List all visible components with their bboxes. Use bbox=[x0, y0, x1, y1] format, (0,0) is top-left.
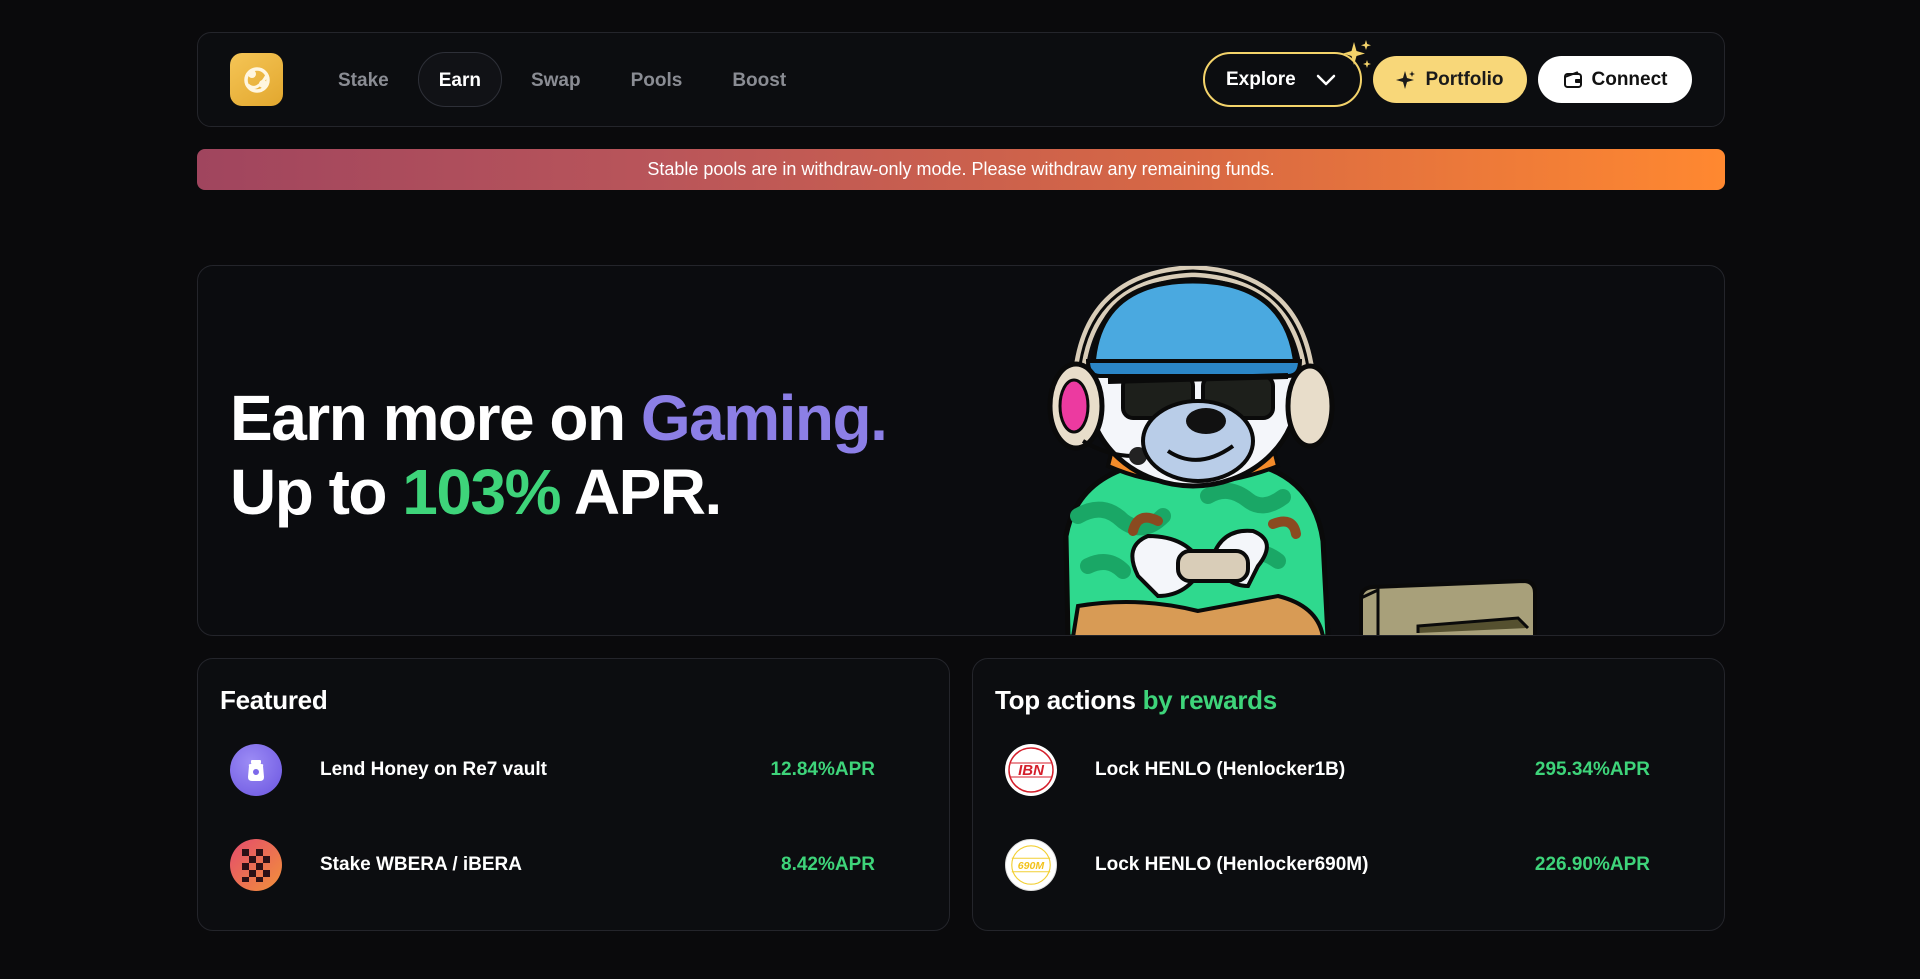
sparkle-icon bbox=[1343, 40, 1371, 68]
nav-link-pools[interactable]: Pools bbox=[610, 52, 704, 107]
featured-card: Featured Lend Honey on Re7 vault 12.84%A… bbox=[197, 658, 950, 931]
chevron-down-icon bbox=[1316, 74, 1335, 85]
ibn-logo-icon: IBN bbox=[1005, 743, 1057, 796]
hero-line2-suffix: APR. bbox=[559, 456, 722, 528]
top-nav: Stake Earn Swap Pools Boost Explore Port… bbox=[197, 32, 1725, 127]
sparkle-icon bbox=[1396, 70, 1416, 89]
top-action-item-apr: 295.34%APR bbox=[1534, 758, 1650, 780]
banner-text: Stable pools are in withdraw-only mode. … bbox=[647, 159, 1275, 179]
690m-logo-text: 690M bbox=[1018, 859, 1045, 871]
featured-item[interactable]: Stake WBERA / iBERA 8.42%APR bbox=[220, 817, 927, 912]
ibn-logo-text: IBN bbox=[1018, 762, 1045, 779]
featured-item[interactable]: Lend Honey on Re7 vault 12.84%APR bbox=[220, 722, 927, 817]
explore-label: Explore bbox=[1226, 68, 1296, 90]
connect-wallet-button[interactable]: Connect bbox=[1538, 56, 1692, 103]
ibn-logo-glyph: IBN bbox=[1008, 746, 1054, 793]
top-action-item-label: Lock HENLO (Henlocker690M) bbox=[1095, 853, 1369, 875]
nav-link-stake[interactable]: Stake bbox=[317, 52, 410, 107]
hero-highlight-apr: 103% bbox=[402, 456, 561, 528]
page-container: Stake Earn Swap Pools Boost Explore Port… bbox=[197, 32, 1725, 931]
hero-line1-prefix: Earn more on bbox=[230, 382, 641, 454]
honey-jar-glyph bbox=[248, 759, 264, 781]
checker-glyph bbox=[242, 848, 270, 882]
top-actions-title: Top actions by rewards bbox=[995, 685, 1702, 716]
690m-logo-icon: 690M bbox=[1005, 838, 1057, 891]
top-action-item[interactable]: IBN Lock HENLO (Henlocker1B) 295.34%APR bbox=[995, 722, 1702, 817]
connect-label: Connect bbox=[1591, 68, 1668, 90]
honey-jar-icon bbox=[230, 743, 282, 796]
featured-item-apr: 12.84%APR bbox=[770, 758, 875, 780]
featured-title: Featured bbox=[220, 685, 328, 715]
checker-icon bbox=[230, 838, 282, 891]
nav-link-boost[interactable]: Boost bbox=[711, 52, 807, 107]
hero-heading: Earn more on Gaming. Up to 103% APR. bbox=[230, 381, 888, 529]
top-actions-card: Top actions by rewards IBN Lock HENLO (H… bbox=[972, 658, 1725, 931]
featured-item-apr: 8.42%APR bbox=[781, 853, 875, 875]
logo-icon bbox=[243, 66, 270, 93]
690m-logo-glyph: 690M bbox=[1011, 844, 1051, 885]
hero-highlight-gaming: Gaming. bbox=[640, 382, 888, 454]
monitor-illustration bbox=[1359, 578, 1537, 635]
top-actions-title-highlight: by rewards bbox=[1142, 685, 1278, 715]
gaming-bear-illustration bbox=[1047, 266, 1335, 635]
hero-line2-prefix: Up to bbox=[230, 456, 403, 528]
top-action-item-apr: 226.90%APR bbox=[1534, 853, 1650, 875]
featured-item-label: Stake WBERA / iBERA bbox=[320, 853, 522, 875]
withdraw-notice-banner: Stable pools are in withdraw-only mode. … bbox=[197, 149, 1725, 190]
nav-link-earn[interactable]: Earn bbox=[417, 52, 502, 107]
featured-item-label: Lend Honey on Re7 vault bbox=[320, 758, 547, 780]
wallet-icon bbox=[1563, 70, 1582, 88]
portfolio-button[interactable]: Portfolio bbox=[1373, 56, 1527, 103]
cards-row: Featured Lend Honey on Re7 vault 12.84%A… bbox=[197, 658, 1725, 931]
nav-links: Stake Earn Swap Pools Boost bbox=[317, 52, 807, 107]
app-logo[interactable] bbox=[230, 53, 283, 106]
hero-line-2: Up to 103% APR. bbox=[230, 455, 886, 529]
top-actions-title-prefix: Top actions bbox=[995, 685, 1143, 715]
nav-actions: Explore Portfolio Connect bbox=[1203, 40, 1692, 107]
hero-section: Earn more on Gaming. Up to 103% APR. bbox=[197, 265, 1725, 636]
portfolio-label: Portfolio bbox=[1425, 68, 1504, 90]
top-action-item[interactable]: 690M Lock HENLO (Henlocker690M) 226.90%A… bbox=[995, 817, 1702, 912]
top-action-item-label: Lock HENLO (Henlocker1B) bbox=[1095, 758, 1346, 780]
nav-link-swap[interactable]: Swap bbox=[510, 52, 602, 107]
explore-dropdown[interactable]: Explore bbox=[1203, 40, 1371, 107]
hero-line-1: Earn more on Gaming. bbox=[230, 381, 888, 455]
